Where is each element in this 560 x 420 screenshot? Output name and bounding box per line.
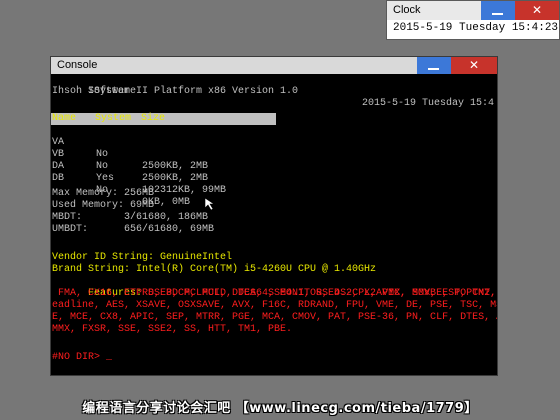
drive-col-name: Name <box>52 113 77 124</box>
console-datetime-text: 2015-5-19 Tuesday 15:4 <box>361 98 494 109</box>
drive-col-system: System <box>95 113 132 124</box>
clock-titlebar[interactable]: Clock ✕ <box>387 1 559 20</box>
drive-row: DB No 0KB, 0MB <box>52 161 352 208</box>
console-close-button[interactable]: ✕ <box>451 57 497 74</box>
cpu-features-line: FMA, CX16, ETPRD, PDCM, PCID, DCA, SSE4.… <box>52 288 497 299</box>
drive-row: VA No 2500KB, 2MB <box>52 125 352 172</box>
drive-size: 2500KB, 2MB <box>142 173 209 184</box>
drive-size: 102312KB, 99MB <box>142 185 227 196</box>
console-window[interactable]: Console ✕ ISystem II Platform x86 Versio… <box>50 56 498 376</box>
close-icon: ✕ <box>531 3 543 17</box>
max-memory-line: Max Memory: 256MB <box>52 188 155 199</box>
drive-row: DA Yes 102312KB, 99MB <box>52 149 352 196</box>
drive-col-size: Size <box>141 113 166 124</box>
drive-table-header: Name System Size <box>51 113 276 125</box>
console-minimize-button[interactable] <box>417 57 451 74</box>
cpu-features-line: eadline, AES, XSAVE, OSXSAVE, AVX, F16C,… <box>52 300 497 311</box>
cpu-features-line: MMX, FXSR, SSE, SSE2, SS, HTT, TM1, PBE. <box>52 324 293 335</box>
close-icon: ✕ <box>468 58 480 72</box>
cpu-features-line: Features: SSE3, PCLMUL, DTES64, MONITOR,… <box>52 276 497 299</box>
clock-datetime: 2015-5-19 Tuesday 15:4:23 <box>393 22 559 34</box>
umbdt-line: UMBDT: 656/61680, 69MB <box>52 224 215 235</box>
forum-watermark: 编程语言分享讨论会汇吧 【www.linecg.com/tieba/1779】 <box>82 401 478 416</box>
command-prompt[interactable]: #NO DIR> _ <box>52 352 112 364</box>
cpu-vendor-line: Vendor ID String: GenuineIntel <box>52 252 233 263</box>
drive-system: Yes <box>96 173 115 184</box>
clock-window[interactable]: Clock ✕ 2015-5-19 Tuesday 15:4:23 <box>386 0 560 40</box>
clock-minimize-button[interactable] <box>481 1 515 20</box>
console-screen[interactable]: ISystem II Platform x86 Version 1.0 2015… <box>51 74 497 375</box>
clock-title: Clock <box>393 4 421 16</box>
cpu-brand-line: Brand String: Intel(R) Core(TM) i5-4260U… <box>52 264 377 275</box>
vendor-line: Ihsoh Software <box>52 86 137 97</box>
clock-close-button[interactable]: ✕ <box>515 1 559 20</box>
drive-name: DB <box>52 173 65 184</box>
mouse-pointer-icon <box>204 197 215 211</box>
mbdt-line: MBDT: 3/61680, 186MB <box>52 212 209 223</box>
drive-row: VB No 2500KB, 2MB <box>52 137 352 184</box>
minimize-icon <box>492 13 503 15</box>
console-header-line: ISystem II Platform x86 Version 1.0 2015… <box>52 74 496 109</box>
used-memory-line: Used Memory: 69MB <box>52 200 155 211</box>
minimize-icon <box>428 68 439 70</box>
console-titlebar[interactable]: Console ✕ <box>51 57 497 74</box>
cpu-features-line: E, MCE, CX8, APIC, SEP, MTRR, PGE, MCA, … <box>52 312 497 323</box>
console-title: Console <box>57 59 98 71</box>
